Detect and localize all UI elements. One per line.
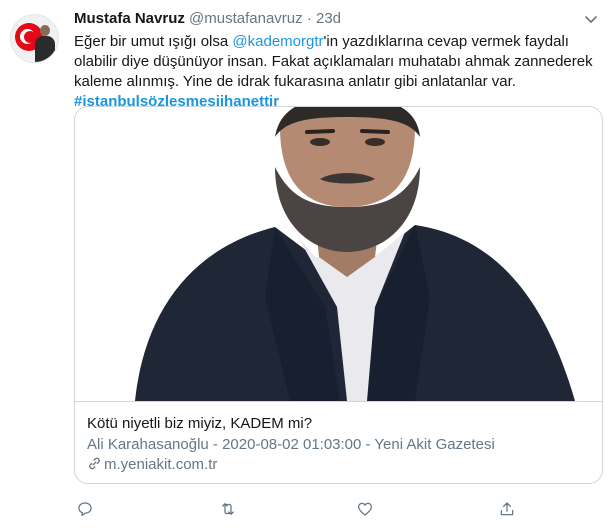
author-handle[interactable]: @mustafanavruz (189, 10, 303, 27)
author-name[interactable]: Mustafa Navruz (74, 10, 185, 27)
tweet-actions (74, 496, 534, 522)
reply-icon[interactable] (74, 498, 96, 520)
tweet-text: Eğer bir umut ışığı olsa @kademorgtr'in … (74, 32, 604, 112)
tweet-header: Mustafa Navruz @mustafanavruz · 23d (74, 9, 341, 29)
person-icon (35, 25, 55, 62)
tweet-timestamp[interactable]: 23d (316, 10, 341, 27)
mention-link[interactable]: @kademorgtr (232, 33, 323, 50)
card-domain-text: m.yeniakit.com.tr (104, 456, 218, 473)
separator-dot: · (306, 10, 312, 27)
tweet-text-part: Eğer bir umut ışığı olsa (74, 33, 233, 50)
share-icon[interactable] (496, 498, 518, 520)
tweet: Mustafa Navruz @mustafanavruz · 23d Eğer… (0, 0, 614, 530)
chevron-down-icon[interactable] (582, 12, 600, 28)
card-title: Kötü niyetli biz miyiz, KADEM mi? (87, 415, 313, 432)
link-card[interactable]: Kötü niyetli biz miyiz, KADEM mi? Ali Ka… (74, 106, 603, 484)
portrait-photo (75, 107, 602, 401)
card-image[interactable] (75, 107, 602, 401)
retweet-icon[interactable] (217, 498, 239, 520)
card-meta: Kötü niyetli biz miyiz, KADEM mi? Ali Ka… (75, 401, 602, 483)
link-icon (87, 456, 102, 471)
avatar[interactable] (10, 14, 59, 63)
card-domain: m.yeniakit.com.tr (87, 455, 217, 474)
like-icon[interactable] (354, 498, 376, 520)
card-description: Ali Karahasanoğlu - 2020-08-02 01:03:00 … (87, 436, 495, 453)
